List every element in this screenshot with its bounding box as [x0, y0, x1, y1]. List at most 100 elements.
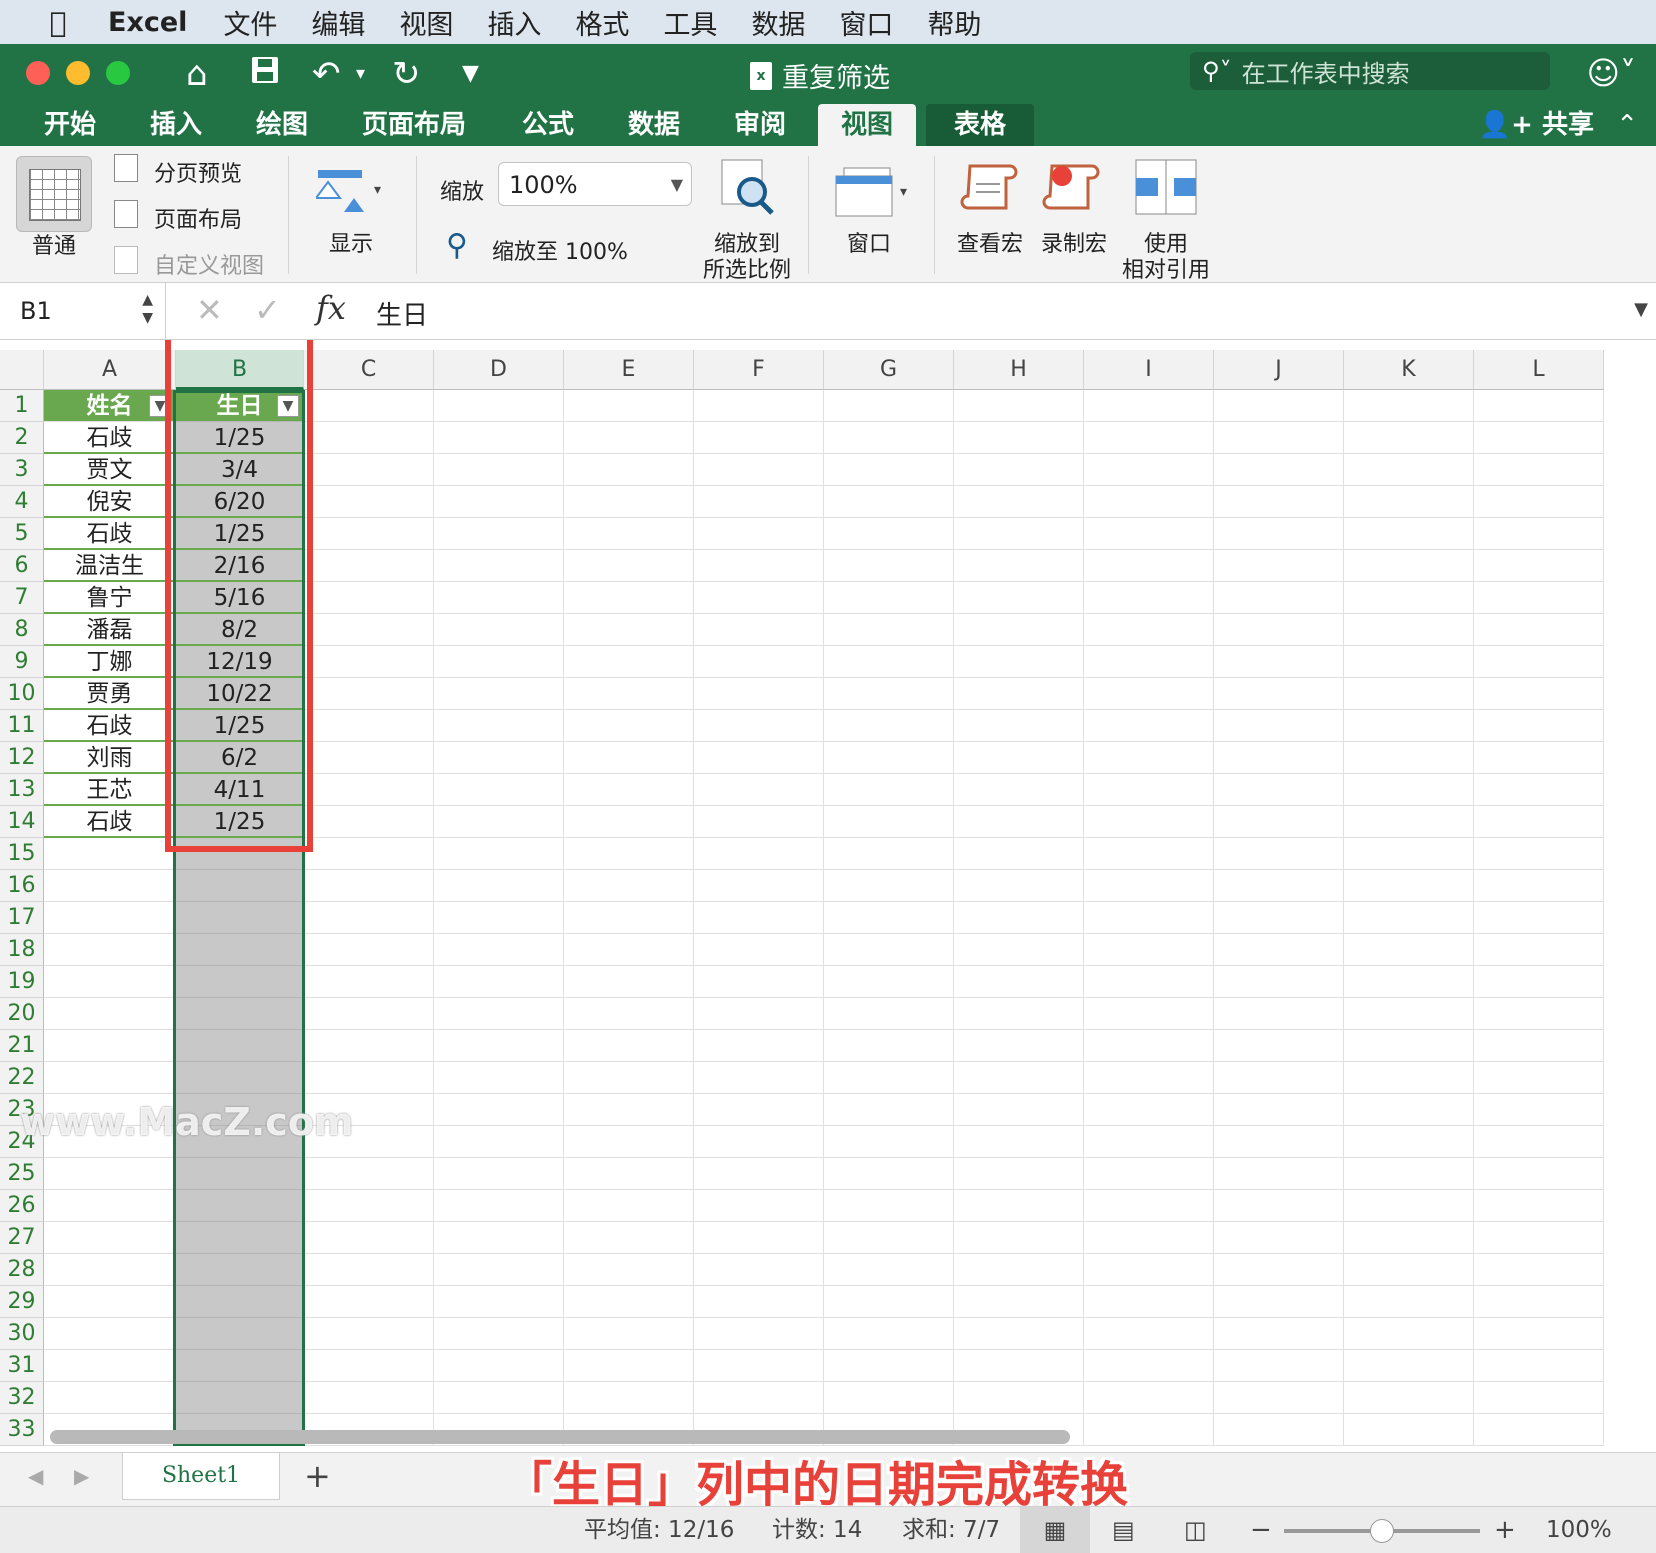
menu-data[interactable]: 数据 — [751, 3, 805, 42]
cell-G8[interactable] — [824, 614, 954, 646]
cell-L33[interactable] — [1474, 1414, 1604, 1446]
cell-C6[interactable] — [304, 550, 434, 582]
cell-C7[interactable] — [304, 582, 434, 614]
cell-J16[interactable] — [1214, 870, 1344, 902]
menu-format[interactable]: 格式 — [575, 3, 629, 42]
cell-I28[interactable] — [1084, 1254, 1214, 1286]
cell-B6[interactable]: 2/16 — [176, 550, 304, 582]
cell-B12[interactable]: 6/2 — [176, 742, 304, 774]
row-header-20[interactable]: 20 — [0, 998, 44, 1030]
table-header-cell[interactable] — [694, 390, 824, 422]
cell-D6[interactable] — [434, 550, 564, 582]
cell-H5[interactable] — [954, 518, 1084, 550]
cell-H14[interactable] — [954, 806, 1084, 838]
cell-K27[interactable] — [1344, 1222, 1474, 1254]
cell-G11[interactable] — [824, 710, 954, 742]
cell-J4[interactable] — [1214, 486, 1344, 518]
cell-L6[interactable] — [1474, 550, 1604, 582]
cell-H31[interactable] — [954, 1350, 1084, 1382]
cell-J23[interactable] — [1214, 1094, 1344, 1126]
tab-home[interactable]: 开始 — [44, 104, 96, 146]
cell-K33[interactable] — [1344, 1414, 1474, 1446]
cell-G23[interactable] — [824, 1094, 954, 1126]
cell-L4[interactable] — [1474, 486, 1604, 518]
cell-K7[interactable] — [1344, 582, 1474, 614]
cell-H18[interactable] — [954, 934, 1084, 966]
cell-D24[interactable] — [434, 1126, 564, 1158]
zoom-window-button[interactable] — [106, 61, 130, 85]
column-header-e[interactable]: E — [564, 350, 694, 390]
cell-K24[interactable] — [1344, 1126, 1474, 1158]
cell-E26[interactable] — [564, 1190, 694, 1222]
cell-D13[interactable] — [434, 774, 564, 806]
cell-K17[interactable] — [1344, 902, 1474, 934]
cell-E6[interactable] — [564, 550, 694, 582]
cell-I20[interactable] — [1084, 998, 1214, 1030]
cell-A14[interactable]: 石歧 — [44, 806, 176, 838]
cell-J12[interactable] — [1214, 742, 1344, 774]
cell-G20[interactable] — [824, 998, 954, 1030]
cell-G15[interactable] — [824, 838, 954, 870]
row-header-6[interactable]: 6 — [0, 550, 44, 582]
cell-D27[interactable] — [434, 1222, 564, 1254]
cell-G25[interactable] — [824, 1158, 954, 1190]
cell-A28[interactable] — [44, 1254, 176, 1286]
cell-C22[interactable] — [304, 1062, 434, 1094]
cell-J15[interactable] — [1214, 838, 1344, 870]
cell-E8[interactable] — [564, 614, 694, 646]
cell-H30[interactable] — [954, 1318, 1084, 1350]
cell-K5[interactable] — [1344, 518, 1474, 550]
add-sheet-icon[interactable]: + — [304, 1453, 331, 1499]
cell-I26[interactable] — [1084, 1190, 1214, 1222]
row-header-16[interactable]: 16 — [0, 870, 44, 902]
cell-H28[interactable] — [954, 1254, 1084, 1286]
cell-K9[interactable] — [1344, 646, 1474, 678]
cell-K30[interactable] — [1344, 1318, 1474, 1350]
column-header-c[interactable]: C — [304, 350, 434, 390]
column-header-d[interactable]: D — [434, 350, 564, 390]
cell-L13[interactable] — [1474, 774, 1604, 806]
cell-G32[interactable] — [824, 1382, 954, 1414]
horizontal-scrollbar[interactable] — [50, 1430, 1070, 1444]
cell-C8[interactable] — [304, 614, 434, 646]
cell-J9[interactable] — [1214, 646, 1344, 678]
view-macros-icon[interactable] — [960, 158, 1024, 222]
row-header-29[interactable]: 29 — [0, 1286, 44, 1318]
cell-E18[interactable] — [564, 934, 694, 966]
cell-F21[interactable] — [694, 1030, 824, 1062]
cell-A13[interactable]: 王芯 — [44, 774, 176, 806]
apple-menu-icon[interactable]:  — [38, 6, 78, 39]
cell-F16[interactable] — [694, 870, 824, 902]
cell-D4[interactable] — [434, 486, 564, 518]
customize-toolbar-icon[interactable]: ▼ — [462, 54, 479, 94]
cell-I23[interactable] — [1084, 1094, 1214, 1126]
cell-E13[interactable] — [564, 774, 694, 806]
cell-B9[interactable]: 12/19 — [176, 646, 304, 678]
cell-K11[interactable] — [1344, 710, 1474, 742]
cell-H26[interactable] — [954, 1190, 1084, 1222]
cell-B31[interactable] — [176, 1350, 304, 1382]
cell-F28[interactable] — [694, 1254, 824, 1286]
cell-L8[interactable] — [1474, 614, 1604, 646]
cell-B29[interactable] — [176, 1286, 304, 1318]
zoom-out-icon[interactable]: − — [1250, 1507, 1272, 1553]
cell-L11[interactable] — [1474, 710, 1604, 742]
cell-E16[interactable] — [564, 870, 694, 902]
cell-E5[interactable] — [564, 518, 694, 550]
cell-H29[interactable] — [954, 1286, 1084, 1318]
cell-G18[interactable] — [824, 934, 954, 966]
cell-L25[interactable] — [1474, 1158, 1604, 1190]
insert-function-button[interactable]: fx — [316, 289, 346, 327]
cell-A19[interactable] — [44, 966, 176, 998]
cell-B17[interactable] — [176, 902, 304, 934]
cell-G4[interactable] — [824, 486, 954, 518]
cell-A17[interactable] — [44, 902, 176, 934]
cell-B7[interactable]: 5/16 — [176, 582, 304, 614]
cell-A21[interactable] — [44, 1030, 176, 1062]
window-icon[interactable]: ▾ — [834, 164, 914, 226]
cell-H2[interactable] — [954, 422, 1084, 454]
cell-J24[interactable] — [1214, 1126, 1344, 1158]
cell-D20[interactable] — [434, 998, 564, 1030]
cell-F19[interactable] — [694, 966, 824, 998]
cell-J25[interactable] — [1214, 1158, 1344, 1190]
